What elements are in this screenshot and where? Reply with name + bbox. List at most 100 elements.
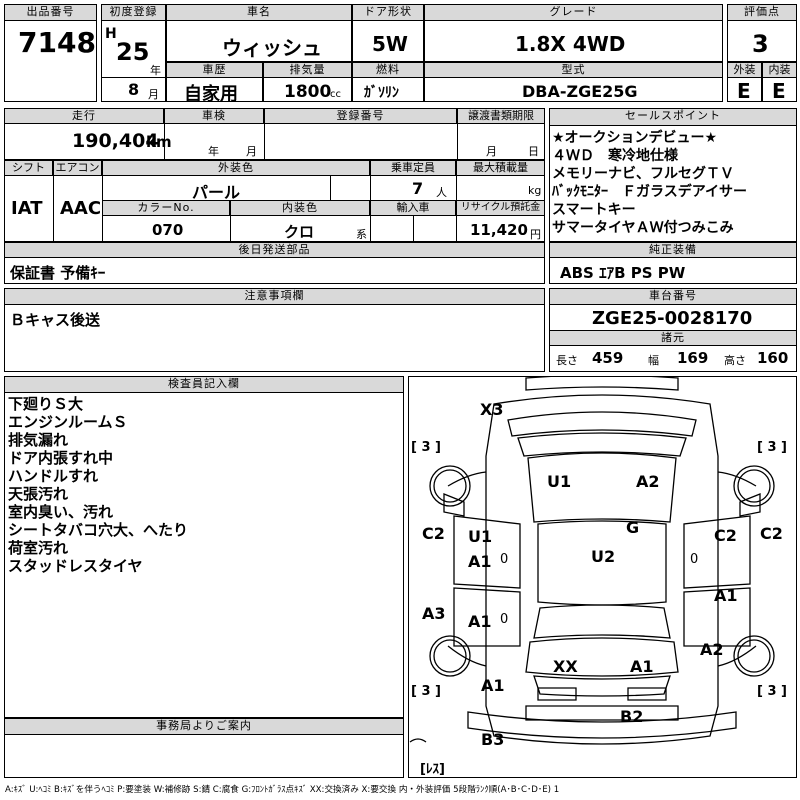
door-type-header: ドア形状 [352, 4, 424, 21]
displacement-header: 排気量 [263, 62, 352, 78]
sales-points-list: ★オークションデビュー★ ４ＷＤ 寒冷地仕様 メモリーナビ、フルセグＴＶ ﾊﾞｯ… [552, 129, 796, 237]
dmg-label: A1 [468, 552, 492, 571]
inspector-note: 室内臭い、汚れ [8, 503, 114, 521]
dmg-label: A2 [700, 640, 724, 659]
inspector-notes: 下廻りＳ大 エンジンルームＳ 排気漏れ ドア内張すれ中 ハンドルすれ 天張汚れ … [8, 395, 188, 575]
inspector-note: 荷室汚れ [8, 539, 69, 557]
car-name-header: 車名 [166, 4, 352, 21]
dmg-label: C2 [760, 524, 783, 543]
inspector-header: 検査員記入欄 [4, 376, 404, 393]
sales-point: サマータイヤＡＷ付つみこみ [552, 220, 734, 236]
inspector-note: 下廻りＳ大 [8, 395, 84, 413]
dmg-label: B3 [481, 730, 505, 749]
int-header: 内装 [762, 62, 797, 78]
tire-tread-label: [ 3 ] [757, 440, 787, 455]
dmg-label: 0 [500, 612, 509, 627]
capacity: 7 [412, 179, 424, 198]
dmg-label: B2 [620, 707, 644, 726]
spare-tire-label: [ﾚｽ] [420, 762, 445, 777]
height-value: 160 [757, 349, 789, 367]
grade-header: グレード [424, 4, 723, 21]
width-value: 169 [677, 349, 709, 367]
tire-tread-label: [ 3 ] [411, 684, 441, 699]
sales-point: ★オークションデビュー★ [552, 130, 718, 146]
dmg-label: X3 [480, 400, 504, 419]
max-load-header: 最大積載量 [456, 160, 545, 176]
ext-header: 外装 [727, 62, 762, 78]
sales-point: ４ＷＤ 寒冷地仕様 [552, 148, 678, 164]
dmg-label: A3 [422, 604, 446, 623]
fuel: ｶﾞｿﾘﾝ [364, 85, 399, 101]
chassis-number: ZGE25-0028170 [592, 308, 753, 329]
dmg-label: A1 [481, 676, 505, 695]
legend: A:ｷｽﾞ U:ﾍｺﾐ B:ｷｽﾞを伴うﾍｺﾐ P:要塗装 W:補修跡 S:錆 … [5, 785, 560, 795]
later-parts: 保証書 予備ｷｰ [10, 264, 106, 282]
era-label: H [105, 26, 117, 42]
year-unit: 年 [150, 64, 161, 77]
office-header: 事務局よりご案内 [4, 718, 404, 735]
int-score: E [772, 79, 786, 103]
first-reg-header: 初度登録 [101, 4, 166, 21]
ext-score: E [737, 79, 751, 103]
dmg-label: C2 [714, 526, 737, 545]
sales-point: ﾊﾞｯｸﾓﾆﾀｰ Ｆガラスデアイサー [552, 184, 748, 200]
int-color: クロ [284, 223, 315, 241]
inspector-note: シートタバコ穴大、へたり [8, 521, 189, 539]
inspection-month-unit: 月 [246, 145, 257, 158]
dmg-label: A1 [714, 586, 738, 605]
displacement: 1800 [284, 82, 332, 102]
ext-color-header: 外装色 [102, 160, 370, 176]
int-color-header: 内装色 [230, 200, 370, 216]
dmg-label: A2 [636, 472, 660, 491]
tire-tread-label: [ 3 ] [757, 684, 787, 699]
aircon: AAC [60, 198, 102, 219]
shift-header: シフト [4, 160, 53, 176]
inspection-year-unit: 年 [208, 145, 219, 158]
max-load-unit: kg [528, 184, 542, 197]
transfer-month-unit: 月 [486, 145, 497, 158]
later-parts-header: 後日発送部品 [4, 242, 545, 258]
inspector-note: エンジンルームＳ [8, 413, 128, 431]
divider [53, 160, 54, 242]
int-color-suffix: 系 [356, 228, 367, 241]
grade: 1.8X 4WD [515, 32, 626, 56]
inspector-note: 排気漏れ [8, 431, 69, 449]
divider [413, 216, 414, 242]
dmg-label: U2 [591, 547, 616, 566]
import-header: 輸入車 [370, 200, 456, 216]
dmg-label: A1 [630, 657, 654, 676]
transfer-header: 譲渡書類期限 [457, 108, 545, 124]
score: 3 [752, 30, 769, 58]
shift: IAT [11, 198, 43, 219]
model-code: DBA-ZGE25G [522, 82, 638, 101]
inspector-note: 天張汚れ [8, 485, 69, 503]
mileage-unit: km [146, 133, 172, 151]
divider [101, 77, 166, 78]
inspector-note: ドア内張すれ中 [8, 449, 114, 467]
history: 自家用 [184, 84, 238, 105]
lot-number: 7148 [18, 26, 96, 59]
caution-text: Ｂキャス後送 [10, 311, 101, 329]
caution-header: 注意事項欄 [4, 288, 545, 305]
history-header: 車歴 [166, 62, 263, 78]
length-value: 459 [592, 349, 624, 367]
transfer-day-unit: 日 [528, 145, 539, 158]
divider [330, 176, 331, 200]
tire-tread-label: [ 3 ] [411, 440, 441, 455]
reg-no-header: 登録番号 [264, 108, 457, 124]
sales-point: スマートキー [552, 202, 636, 218]
aircon-header: エアコン [53, 160, 102, 176]
color-no: 070 [152, 221, 184, 239]
dmg-label: XX [553, 657, 578, 676]
capacity-unit: 人 [436, 186, 447, 199]
chassis-header: 車台番号 [549, 288, 797, 305]
dmg-label: 0 [690, 552, 699, 567]
height-label: 高さ [724, 354, 746, 367]
dmg-label: U1 [547, 472, 572, 491]
mileage-header: 走行 [4, 108, 164, 124]
dmg-label: A1 [468, 612, 492, 631]
fuel-header: 燃料 [352, 62, 424, 78]
door-type: 5W [372, 32, 408, 56]
inspector-note: ハンドルすれ [8, 467, 99, 485]
inspection-header: 車検 [164, 108, 264, 124]
